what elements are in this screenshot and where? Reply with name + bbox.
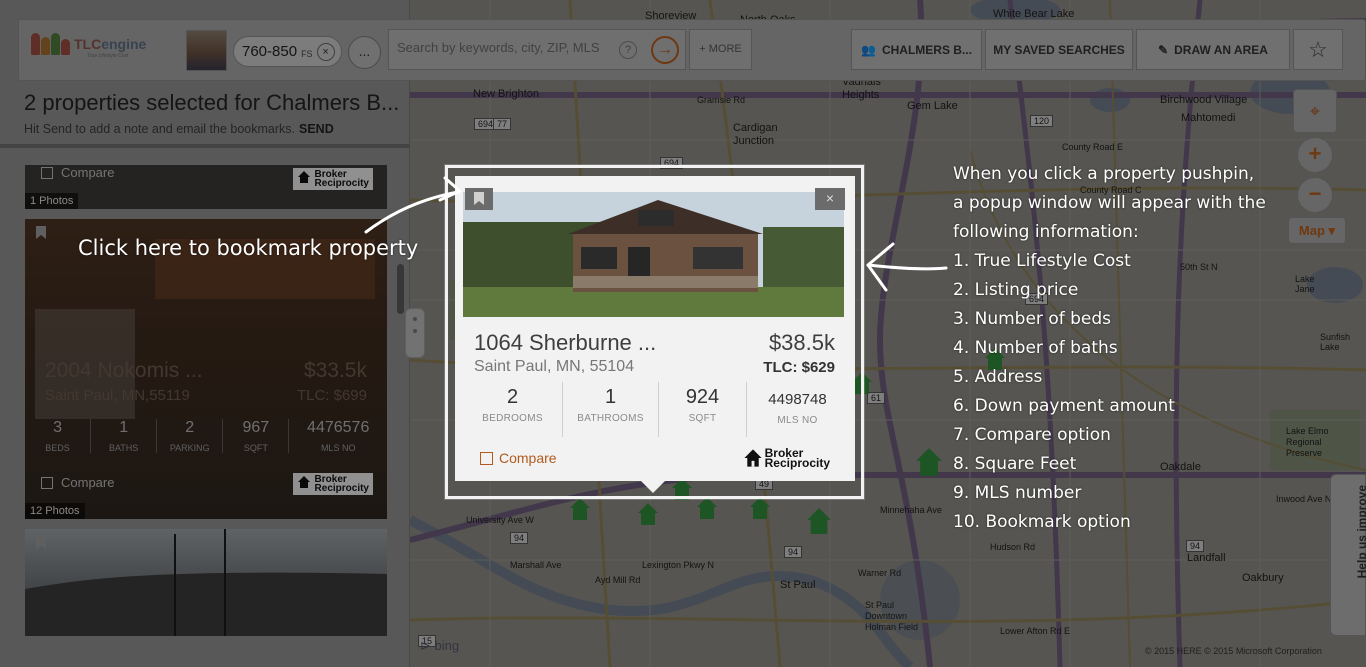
info-arrow [866, 263, 948, 271]
annotation-arrows [364, 176, 948, 292]
